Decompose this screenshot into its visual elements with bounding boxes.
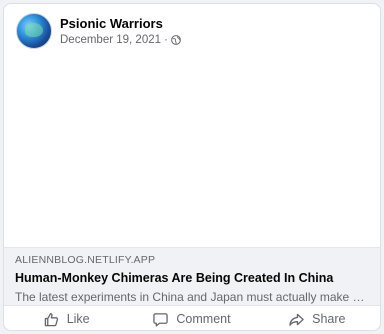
post-header: Psionic Warriors December 19, 2021 · [16,13,181,49]
separator-dot: · [164,33,168,46]
post-meta: Psionic Warriors December 19, 2021 · [60,15,181,48]
like-label: Like [66,312,90,326]
link-description: The latest experiments in China and Japa… [15,290,369,304]
author-name[interactable]: Psionic Warriors [60,15,181,32]
post-card: Psionic Warriors December 19, 2021 · ALI… [3,3,381,331]
link-preview[interactable]: ALIENNBLOG.NETLIFY.APP Human-Monkey Chim… [4,247,380,306]
comment-label: Comment [176,312,231,326]
link-domain: ALIENNBLOG.NETLIFY.APP [15,254,156,266]
share-arrow-icon [289,313,304,326]
link-image-area[interactable] [4,54,380,247]
avatar[interactable] [16,13,52,49]
share-button[interactable]: Share [255,306,380,330]
comment-bubble-icon [153,312,169,327]
thumbs-up-icon [44,312,58,326]
action-bar: Like Comment Share [4,306,380,330]
comment-button[interactable]: Comment [129,306,254,330]
globe-icon [170,35,181,45]
link-title[interactable]: Human-Monkey Chimeras Are Being Created … [15,270,369,287]
post-date[interactable]: December 19, 2021 [60,33,161,48]
post-subline: December 19, 2021 · [60,33,181,48]
like-button[interactable]: Like [4,306,129,330]
share-label: Share [312,312,346,326]
